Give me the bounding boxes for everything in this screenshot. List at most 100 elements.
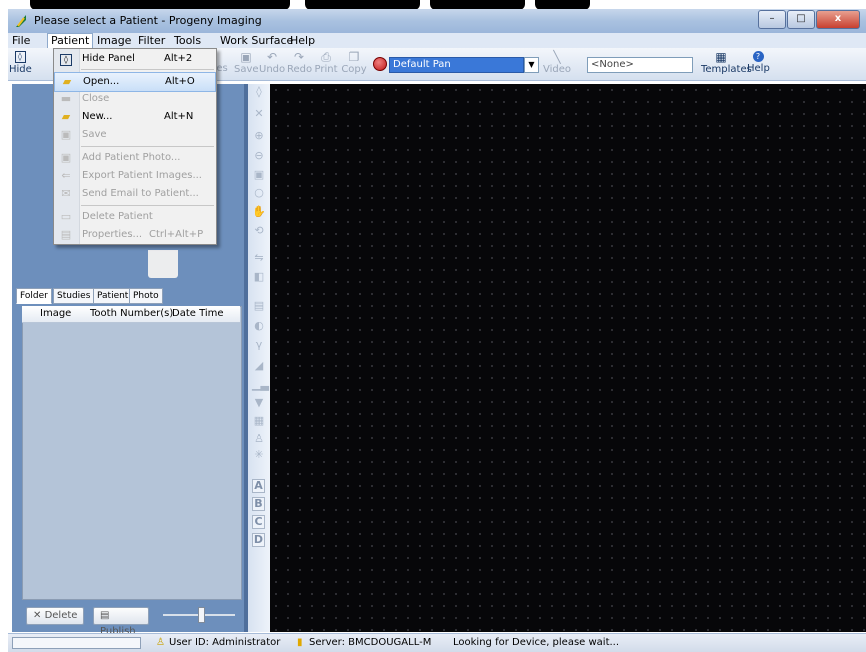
- menu-item-save: ▣ Save: [60, 128, 107, 141]
- publish-icon: ▤: [100, 610, 110, 621]
- copy-icon: ❐: [348, 50, 360, 64]
- menu-item-close: ▬ Close: [60, 92, 110, 105]
- publish-button[interactable]: ▤ Publish: [93, 607, 149, 637]
- server-status: Server: BMCDOUGALL-M: [309, 637, 432, 648]
- image-list[interactable]: [22, 306, 242, 600]
- templates-button[interactable]: ▦ Templates: [701, 49, 752, 75]
- maximize-button[interactable]: □: [787, 10, 815, 29]
- column-image[interactable]: Image: [40, 308, 71, 319]
- undo-button[interactable]: ↶ Undo: [259, 49, 285, 75]
- user-icon: ♙: [156, 637, 165, 648]
- help-button[interactable]: ? Help: [747, 49, 770, 74]
- pin-icon[interactable]: ✳: [252, 449, 266, 461]
- window-title: Please select a Patient - Progeny Imagin…: [34, 14, 262, 27]
- properties-icon: ▤: [60, 228, 72, 241]
- mirror-icon[interactable]: ◧: [252, 271, 266, 283]
- templates-icon: ▦: [715, 50, 727, 64]
- menu-work-surface[interactable]: Work Surface: [220, 34, 293, 47]
- device-progress-bar: [12, 637, 141, 649]
- photo-icon: ▣: [60, 151, 72, 164]
- redo-icon: ↷: [293, 50, 305, 64]
- vertical-tool-strip: ◊ ✕ ⊕ ⊖ ▣ ○ ✋ ⟲ ⇋ ◧ ▤ ◐ γ ◢ ▁▃ ▼ ▦ ♙ ✳ A…: [248, 84, 270, 632]
- folder-open-icon: ▰: [62, 75, 72, 88]
- zoom-slider-thumb[interactable]: [198, 607, 205, 623]
- menu-tools[interactable]: Tools: [174, 34, 201, 47]
- status-bar: ♙ User ID: Administrator ▮ Server: BMCDO…: [8, 633, 866, 652]
- menu-patient[interactable]: Patient: [47, 33, 94, 49]
- gamma-icon[interactable]: γ: [252, 339, 266, 351]
- minimize-button[interactable]: –: [758, 10, 786, 29]
- menu-item-properties: ▤ Properties... Ctrl+Alt+P: [60, 228, 204, 241]
- tab-folder[interactable]: Folder: [16, 288, 52, 304]
- image-list-header: Image Tooth Number(s) Date Time: [22, 306, 240, 323]
- user-status: User ID: Administrator: [169, 637, 281, 648]
- hide-button[interactable]: ◊ Hide: [9, 49, 32, 75]
- column-tooth-numbers[interactable]: Tooth Number(s): [90, 308, 173, 319]
- menu-item-hide-panel[interactable]: ◊ Hide Panel Alt+2: [54, 50, 216, 68]
- device-status: Looking for Device, please wait...: [453, 637, 620, 648]
- delete-patient-icon: ▭: [60, 210, 72, 223]
- magnify-icon[interactable]: ○: [252, 187, 266, 199]
- menu-image[interactable]: Image: [97, 34, 131, 47]
- help-icon: ?: [752, 51, 764, 62]
- export-icon: ⇐: [61, 169, 71, 182]
- menu-item-new[interactable]: ▰ New... Alt+N: [54, 108, 216, 126]
- grid-icon[interactable]: ▦: [252, 415, 266, 427]
- top-strip: [0, 0, 866, 9]
- template-select[interactable]: <None>: [587, 57, 693, 73]
- tooth-logo: [148, 250, 178, 278]
- menu-file[interactable]: File: [12, 34, 30, 47]
- filter-icon[interactable]: ▼: [252, 397, 266, 409]
- delete-button[interactable]: ✕ Delete: [26, 607, 85, 625]
- server-icon: ▮: [297, 637, 303, 648]
- app-icon: [16, 15, 26, 27]
- save-icon: ▣: [240, 50, 252, 64]
- column-date-time[interactable]: Date Time: [172, 308, 224, 319]
- flip-icon[interactable]: ⇋: [252, 252, 266, 264]
- print-button[interactable]: ⎙ Print: [313, 49, 339, 75]
- hide-panel-icon: ◊: [14, 51, 26, 63]
- video-button[interactable]: ╲ Video: [543, 49, 571, 75]
- contrast-icon[interactable]: ◐: [252, 320, 266, 332]
- crop-icon[interactable]: ✕: [252, 108, 266, 120]
- copy-button[interactable]: ❐ Copy: [341, 49, 367, 75]
- collapse-icon[interactable]: ◊: [252, 86, 266, 98]
- chevron-down-icon[interactable]: ▼: [524, 57, 539, 73]
- annotation-b-icon[interactable]: B: [252, 497, 265, 511]
- close-button[interactable]: x: [816, 10, 860, 29]
- menu-item-delete-patient: ▭ Delete Patient: [60, 210, 153, 223]
- rotate-icon[interactable]: ⟲: [252, 225, 266, 237]
- tab-patient[interactable]: Patient: [93, 288, 133, 304]
- sharpen-icon[interactable]: ◢: [252, 360, 266, 372]
- tooth-icon[interactable]: ♙: [252, 433, 266, 445]
- fit-icon[interactable]: ▣: [252, 169, 266, 181]
- tab-photo[interactable]: Photo: [129, 288, 163, 304]
- image-work-surface[interactable]: [270, 84, 866, 632]
- pan-mode-select[interactable]: Default Pan: [389, 57, 524, 73]
- tab-studies[interactable]: Studies: [53, 288, 95, 304]
- redo-button[interactable]: ↷ Redo: [287, 49, 312, 75]
- save-button[interactable]: ▣ Save: [234, 49, 259, 75]
- menu-item-send-email: ✉ Send Email to Patient...: [54, 185, 216, 203]
- hand-icon[interactable]: ✋: [252, 206, 266, 218]
- annotation-c-icon[interactable]: C: [252, 515, 265, 529]
- annotation-d-icon[interactable]: D: [252, 533, 265, 547]
- menu-item-export-images: ⇐ Export Patient Images...: [54, 167, 216, 185]
- histogram-icon[interactable]: ▁▃: [252, 379, 269, 391]
- print-icon: ⎙: [321, 50, 331, 64]
- menu-item-add-photo: ▣ Add Patient Photo...: [60, 151, 181, 164]
- ruler-icon[interactable]: ▤: [252, 300, 266, 312]
- video-icon: ╲: [553, 50, 561, 64]
- menu-filter[interactable]: Filter: [138, 34, 165, 47]
- menu-help[interactable]: Help: [290, 34, 315, 47]
- zoom-in-icon[interactable]: ⊕: [252, 130, 266, 142]
- record-icon[interactable]: [373, 57, 387, 71]
- email-icon: ✉: [61, 187, 71, 200]
- hide-label: Hide: [9, 64, 32, 75]
- new-folder-icon: ▰: [61, 110, 71, 123]
- close-folder-icon: ▬: [60, 92, 72, 105]
- annotation-a-icon[interactable]: A: [252, 479, 265, 493]
- menu-item-open[interactable]: ▰ Open... Alt+O: [54, 72, 216, 92]
- left-panel-tabs: Folder Studies Patient Photo: [16, 288, 244, 304]
- zoom-out-icon[interactable]: ⊖: [252, 150, 266, 162]
